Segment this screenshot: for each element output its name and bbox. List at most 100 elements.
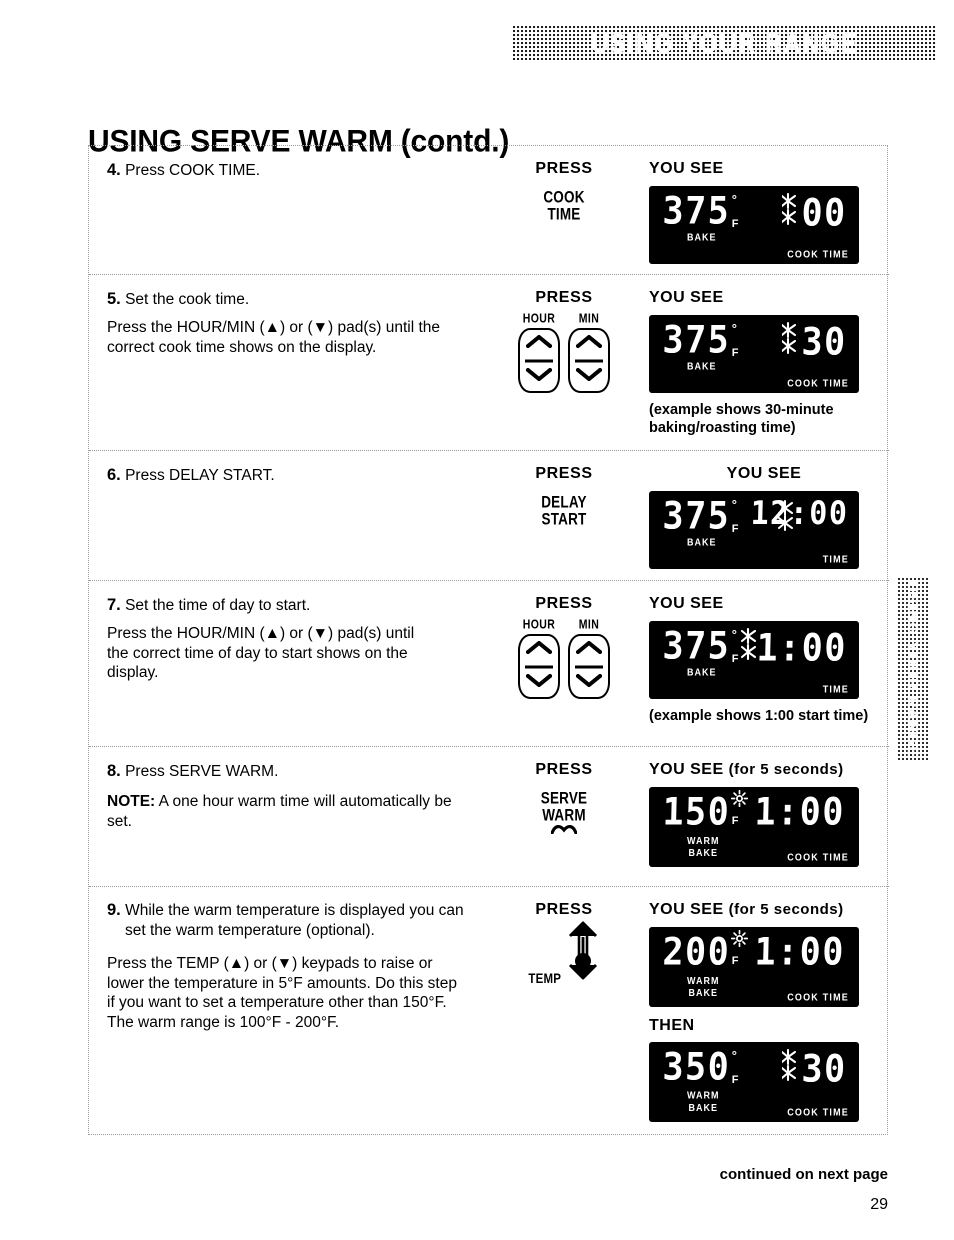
press-header-7: PRESS (535, 595, 593, 612)
flashing-degree-starburst-icon (730, 789, 748, 812)
display-step-4: 375 ° F 00 BAKE COOK TIME (649, 186, 859, 264)
press-header-5: PRESS (535, 289, 593, 306)
chevron-down-icon[interactable] (575, 673, 603, 692)
flashing-starburst-icon (780, 321, 802, 360)
min-pad-5[interactable] (568, 328, 610, 393)
step-5-instruction: 5. Set the cook time. Press the HOUR/MIN… (107, 289, 497, 357)
display-then-temperature: 350 (662, 1045, 731, 1090)
chevron-down-icon[interactable] (575, 367, 603, 386)
display-7-time: 1:00 (755, 626, 848, 670)
display-7-mode-label: BAKE (687, 665, 717, 677)
section-header-banner: USING YOUR RANGE (513, 26, 937, 60)
degree-icon: ° (731, 192, 737, 207)
step-6-heading: Press DELAY START. (125, 467, 275, 484)
step-7-caption: (example shows 1:00 start time) (649, 708, 869, 724)
display-7-unit: F (731, 653, 739, 665)
you-see-duration-9: (for 5 seconds) (728, 901, 844, 918)
display-4-time: 00 (800, 191, 848, 235)
step-9-you-see-column: YOU SEE (for 5 seconds) 200 F 1:00 WARM … (649, 901, 879, 1122)
press-header-6: PRESS (535, 465, 593, 482)
display-4-temperature-group: 375 ° F (662, 190, 739, 233)
display-7-time-group: 1:00 (740, 626, 848, 670)
step-7-instruction: 7. Set the time of day to start. Press t… (107, 595, 497, 683)
hour-pad-label-5: HOUR (522, 311, 556, 327)
temperature-thermometer-icon[interactable] (566, 921, 600, 985)
press-header-4: PRESS (535, 160, 593, 177)
hour-pad-wrapper-5: HOUR (518, 311, 560, 393)
step-row-9: 9. While the warm temperature is display… (89, 886, 889, 1135)
step-7-heading: Set the time of day to start. (125, 597, 311, 614)
steps-container: 4. Press COOK TIME. PRESS COOK TIME YOU … (88, 145, 889, 1135)
step-6-press-column: PRESS DELAY START (489, 465, 639, 528)
degree-icon: ° (731, 497, 737, 512)
step-8-note: NOTE: A one hour warm time will automati… (107, 792, 467, 831)
step-row-5: 5. Set the cook time. Press the HOUR/MIN… (89, 274, 889, 450)
display-step-8: 150 F 1:00 WARM BAKE COOK TIME (649, 787, 859, 867)
display-5-mode-label: BAKE (687, 359, 717, 371)
step-7-you-see-column: YOU SEE 375 ° F 1:00 BAKE TIME (example … (649, 595, 879, 725)
note-label: NOTE: (107, 793, 156, 810)
degree-icon: ° (731, 627, 737, 642)
step-5-you-see-column: YOU SEE 375 ° F 30 BAKE COOK TIME (examp… (649, 289, 879, 437)
flashing-starburst-icon (778, 499, 798, 536)
display-then-time-label: COOK TIME (787, 1105, 849, 1117)
hour-pad-5[interactable] (518, 328, 560, 393)
hour-pad-7[interactable] (518, 634, 560, 699)
you-see-header-4: YOU SEE (649, 160, 724, 177)
display-5-unit-group: ° F (732, 321, 739, 359)
you-see-header-9: YOU SEE (for 5 seconds) (649, 901, 879, 919)
display-9-unit: F (731, 955, 739, 967)
min-pad-7[interactable] (568, 634, 610, 699)
display-4-time-label: COOK TIME (787, 247, 849, 259)
display-8-unit: F (731, 815, 739, 827)
min-pad-label-5: MIN (578, 311, 600, 327)
temp-key-label: TEMP (528, 972, 562, 987)
step-9-heading: While the warm temperature is displayed … (125, 902, 464, 939)
then-header: THEN (649, 1017, 695, 1034)
display-8-time-label: COOK TIME (787, 850, 849, 862)
serve-warm-key-label: SERVE WARM (540, 788, 588, 825)
display-4-unit-group: ° F (732, 192, 739, 230)
display-9-time-group: 1:00 (754, 931, 845, 974)
flashing-starburst-icon (780, 1048, 802, 1087)
display-6-unit: F (731, 523, 739, 535)
display-5-unit: F (731, 347, 739, 359)
min-pad-wrapper-7: MIN (568, 618, 610, 699)
chevron-up-icon[interactable] (575, 334, 603, 353)
display-9-mode-line1: WARM (687, 974, 720, 986)
chevron-down-icon[interactable] (525, 673, 553, 692)
chevron-up-icon[interactable] (525, 334, 553, 353)
display-5-temperature-group: 375 ° F (662, 318, 739, 363)
you-see-label-9: YOU SEE (649, 901, 724, 918)
chevron-up-icon[interactable] (575, 640, 603, 659)
step-4-heading: Press COOK TIME. (125, 162, 261, 179)
step-9-instruction: 9. While the warm temperature is display… (107, 901, 497, 1032)
display-8-temperature: 150 (662, 790, 731, 835)
chevron-down-icon[interactable] (525, 367, 553, 386)
step-5-caption: (example shows 30-minute baking/roasting… (649, 402, 834, 436)
continued-note: continued on next page (719, 1166, 888, 1183)
step-5-heading: Set the cook time. (125, 291, 250, 308)
display-step-9-then: 350 ° F 30 WARM BAKE COOK TIME (649, 1042, 859, 1122)
step-8-press-column: PRESS SERVE WARM (489, 761, 639, 839)
step-4-you-see-column: YOU SEE 375 ° F 00 BAKE COOK TIME (649, 160, 879, 264)
display-8-unit-group: F (730, 789, 748, 827)
display-8-mode-line2: BAKE (688, 846, 718, 858)
step-8-instruction: 8. Press SERVE WARM. NOTE: A one hour wa… (107, 761, 497, 831)
step-row-4: 4. Press COOK TIME. PRESS COOK TIME YOU … (89, 146, 889, 274)
chevron-up-icon[interactable] (525, 640, 553, 659)
display-5-temperature: 375 (662, 318, 731, 363)
display-9-unit-group: F (730, 929, 748, 967)
step-5-press-column: PRESS HOUR MIN (489, 289, 639, 393)
section-side-tab-text: USING YOUR RANGE (904, 580, 922, 758)
display-8-mode-line1: WARM (687, 834, 720, 846)
display-6-temperature-group: 375 ° F (662, 495, 739, 538)
hour-min-pad-group-5: HOUR MIN (489, 311, 639, 393)
display-step-5: 375 ° F 30 BAKE COOK TIME (649, 315, 859, 393)
display-then-unit-group: ° F (732, 1048, 739, 1086)
section-side-tab: USING YOUR RANGE (898, 578, 928, 760)
display-6-unit-group: ° F (732, 497, 739, 535)
display-6-mode-label: BAKE (687, 535, 717, 547)
step-row-6: 6. Press DELAY START. PRESS DELAY START … (89, 450, 889, 580)
display-8-time: 1:00 (753, 790, 846, 835)
